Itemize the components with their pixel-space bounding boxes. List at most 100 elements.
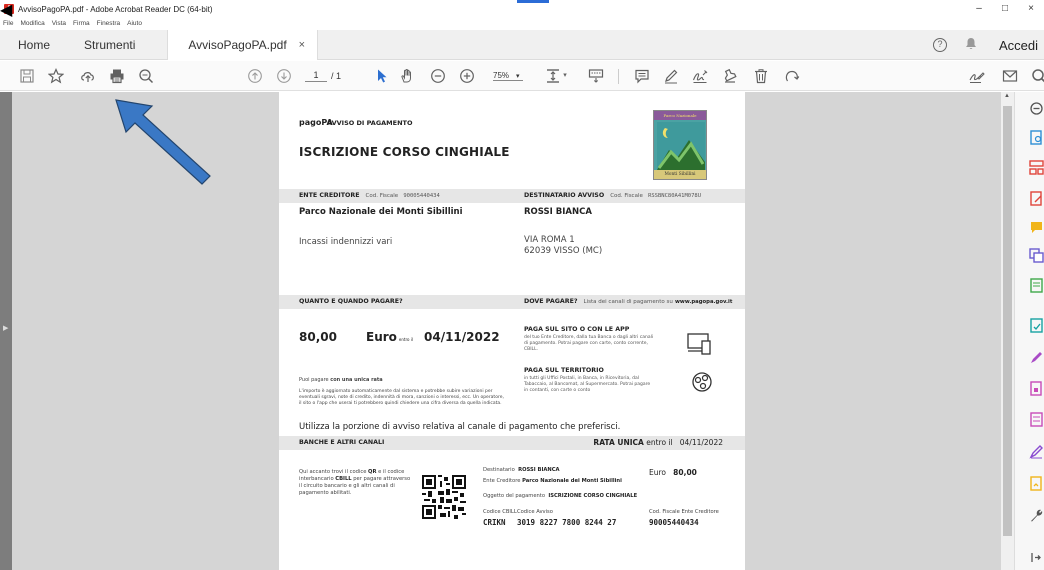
page-number-input[interactable]: 1 [305, 70, 327, 82]
cf-ente-label: Cod. Fiscale Ente Creditore [649, 509, 719, 515]
page-total: / 1 [331, 71, 342, 81]
menu-bar: File Modifica Vista Firma Finestra Aiuto [0, 18, 149, 30]
print-icon[interactable] [108, 68, 126, 84]
scan-icon[interactable] [1029, 318, 1044, 333]
fill-sign-icon[interactable] [1029, 350, 1044, 365]
help-icon[interactable]: ? [932, 38, 947, 52]
where-label-wrap: DOVE PAGARE? Lista dei canali di pagament… [524, 298, 732, 305]
single-pay-bold: con una unica rata [330, 377, 383, 383]
tab-document[interactable]: AvvisoPagoPA.pdf × [167, 29, 319, 60]
payment-description: Incassi indennizzi vari [299, 237, 393, 247]
minimize-button[interactable]: – [966, 0, 992, 18]
when-where-band: QUANTO E QUANDO PAGARE? DOVE PAGARE? List… [279, 295, 745, 309]
menu-firma[interactable]: Firma [73, 18, 90, 30]
tab-strumenti[interactable]: Strumenti [66, 30, 151, 60]
recipient-label: DESTINATARIO AVVISO [524, 192, 605, 199]
rata-entro: entro il [646, 438, 673, 447]
menu-vista[interactable]: Vista [52, 18, 66, 30]
mail-icon[interactable] [1001, 68, 1019, 84]
currency-text: Euro [366, 330, 397, 344]
dest-label: Destinatario [483, 467, 515, 473]
expand-left-icon: ▶ [3, 325, 9, 332]
pen-icon[interactable] [662, 68, 680, 84]
pdf-page: pagoPA AVVISO DI PAGAMENTO ISCRIZIONE CO… [279, 92, 745, 570]
qr-explanation: Qui accanto trovi il codice QR e il codi… [299, 469, 411, 497]
document-title: ISCRIZIONE CORSO CINGHIALE [299, 145, 510, 159]
sign-in-button[interactable]: Accedi [999, 38, 1038, 53]
star-icon[interactable] [47, 68, 65, 84]
zoom-dropdown[interactable]: 75% ▾ [493, 71, 523, 81]
keyboard-icon[interactable] [587, 68, 605, 84]
menu-aiuto[interactable]: Aiuto [127, 18, 142, 30]
more-tools-icon[interactable] [1029, 550, 1044, 565]
trash-icon[interactable] [752, 68, 770, 84]
address-line-1: VIA ROMA 1 [524, 235, 575, 245]
cbill-label: Codice CBILL [483, 509, 517, 515]
menu-modifica[interactable]: Modifica [20, 18, 44, 30]
park-logo-image [657, 122, 705, 170]
organize-icon[interactable] [1029, 160, 1044, 175]
pen-tool-icon[interactable] [1029, 444, 1044, 459]
upload-icon[interactable] [79, 68, 97, 84]
fit-chevron-icon[interactable]: ▾ [561, 68, 569, 84]
comment-icon[interactable] [633, 68, 651, 84]
euro-value: 80,00 [673, 468, 697, 477]
fit-page-icon[interactable] [544, 68, 562, 84]
where-note: Lista dei canali di pagamento su [583, 299, 673, 305]
annotation-arrow [115, 99, 211, 185]
compress-icon[interactable] [1029, 278, 1044, 293]
oggetto-value: ISCRIZIONE CORSO CINGHIALE [548, 493, 638, 499]
search-icon[interactable] [1030, 68, 1044, 84]
recipient-label-wrap: DESTINATARIO AVVISO Cod. Fiscale RSSBNC80… [524, 192, 701, 199]
page-down-icon[interactable] [275, 68, 293, 84]
protect-icon[interactable] [1029, 381, 1044, 396]
use-portion-note: Utilizza la porzione di avviso relativa … [299, 422, 621, 432]
rotate-icon[interactable] [783, 68, 801, 84]
creditor-label-wrap: ENTE CREDITORE Cod. Fiscale 90005440434 [299, 192, 440, 199]
menu-finestra[interactable]: Finestra [97, 18, 120, 30]
due-entro: entro il [398, 337, 413, 342]
wrench-icon[interactable] [1029, 508, 1044, 523]
dest-value: ROSSI BIANCA [518, 467, 560, 473]
combine-icon[interactable] [1029, 248, 1044, 263]
export-pdf-icon[interactable] [1029, 101, 1044, 116]
window-controls: – □ × [966, 0, 1044, 18]
select-cursor-icon[interactable] [372, 68, 390, 84]
app-pay-title: PAGA SUL SITO O CON LE APP [524, 326, 630, 333]
stamp-icon[interactable] [721, 68, 739, 84]
tab-home[interactable]: Home [0, 30, 66, 60]
hand-icon[interactable] [398, 68, 416, 84]
close-window-button[interactable]: × [1018, 0, 1044, 18]
left-panel-toggle[interactable]: ▶ [0, 92, 12, 570]
update-note: L'importo è aggiornato automaticamente d… [299, 389, 504, 406]
zoom-out-icon[interactable] [429, 68, 447, 84]
scrollbar-thumb[interactable] [1003, 106, 1012, 536]
save-icon[interactable] [18, 68, 36, 84]
banks-label: BANCHE E ALTRI CANALI [299, 439, 385, 446]
comment-tool-icon[interactable] [1029, 220, 1044, 235]
recipient-name: ROSSI BIANCA [524, 207, 592, 217]
park-logo-top: Parco Nazionale [654, 111, 706, 120]
form-icon[interactable] [1029, 412, 1044, 427]
oggetto-label: Oggetto del pagamento [483, 493, 546, 499]
collapse-right-panel-icon[interactable]: ◀ [0, 0, 12, 20]
create-pdf-icon[interactable] [1029, 130, 1044, 145]
scroll-up-icon[interactable]: ▲ [1004, 93, 1010, 99]
due-date: 04/11/2022 [424, 330, 500, 344]
where-site[interactable]: www.pagopa.gov.it [675, 299, 732, 305]
sign-icon[interactable] [691, 68, 709, 84]
zoom-search-icon[interactable] [137, 68, 155, 84]
app-pay-text: del tuo Ente Creditore, dalla tua Banca … [524, 335, 654, 352]
close-tab-icon[interactable]: × [299, 39, 305, 51]
zoom-in-icon[interactable] [458, 68, 476, 84]
edit-pdf-icon[interactable] [1029, 191, 1044, 206]
main-toolbar: 1 / 1 75% ▾ ▾ [0, 61, 1044, 91]
ente-label: Ente Creditore [483, 478, 521, 484]
vertical-scrollbar[interactable]: ▲ [1001, 92, 1014, 570]
page-up-icon[interactable] [246, 68, 264, 84]
maximize-button[interactable]: □ [992, 0, 1018, 18]
file-icon[interactable] [1029, 476, 1044, 491]
sign-share-icon[interactable] [968, 68, 986, 84]
bell-icon[interactable] [965, 37, 977, 53]
right-page-margin [745, 92, 1001, 570]
